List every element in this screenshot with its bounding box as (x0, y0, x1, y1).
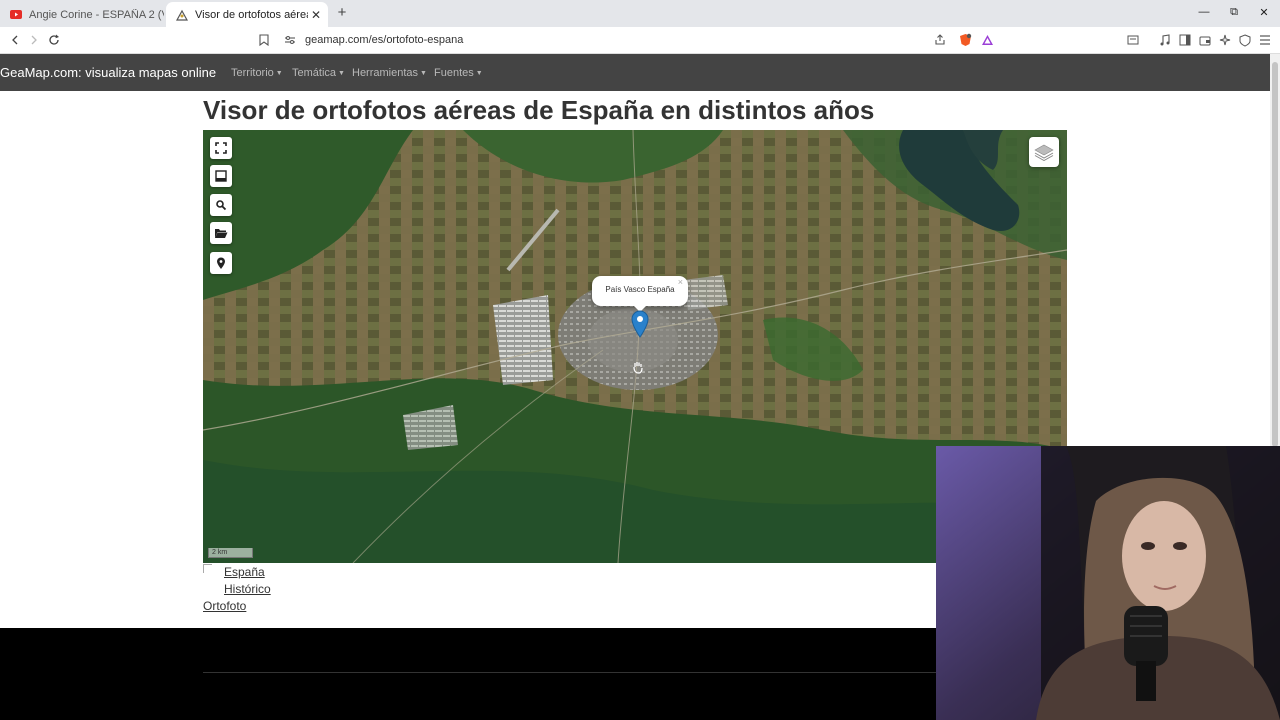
menu-icon[interactable] (1257, 32, 1273, 48)
back-icon[interactable] (7, 32, 23, 48)
search-icon[interactable] (210, 194, 232, 216)
geamap-favicon-icon (176, 9, 188, 21)
youtube-icon (10, 9, 22, 21)
share-icon[interactable] (932, 32, 948, 48)
leo-ai-icon[interactable] (1217, 32, 1233, 48)
browser-toolbar: geamap.com/es/ortofoto-espana (0, 27, 1280, 54)
site-settings-icon[interactable] (282, 32, 298, 48)
nav-tematica[interactable]: Temática ▼ (292, 67, 345, 79)
close-tab-icon[interactable]: ✕ (308, 8, 324, 22)
map-scale: 2 km (208, 548, 253, 558)
link-espana[interactable]: España (224, 565, 265, 579)
brave-shields-icon[interactable] (957, 32, 973, 48)
marker-popup: País Vasco España × (592, 276, 688, 312)
forward-icon[interactable] (26, 32, 42, 48)
minimize-button[interactable]: — (1197, 6, 1211, 18)
map-marker-icon[interactable] (631, 310, 649, 343)
caret-down-icon: ▼ (338, 69, 345, 77)
nav-fuentes[interactable]: Fuentes ▼ (434, 67, 483, 79)
minimap-icon[interactable] (210, 165, 232, 187)
vpn-icon[interactable] (1237, 32, 1253, 48)
nav-herramientas[interactable]: Herramientas ▼ (352, 67, 427, 79)
broken-image-icon (203, 564, 212, 573)
browser-tab-bar: Angie Corine - ESPAÑA 2 (Video Ofic Viso… (0, 0, 1280, 27)
sidebar-icon[interactable] (1177, 32, 1193, 48)
url-field[interactable]: geamap.com/es/ortofoto-espana (305, 34, 463, 46)
tab-title: Angie Corine - ESPAÑA 2 (Video Ofic (29, 8, 164, 21)
brave-rewards-icon[interactable] (979, 32, 995, 48)
caret-down-icon: ▼ (420, 69, 427, 77)
webcam-video-feed (936, 446, 1280, 720)
nav-territorio[interactable]: Territorio ▼ (231, 67, 283, 79)
webcam-overlay (936, 446, 1280, 720)
folder-open-icon[interactable] (210, 222, 232, 244)
restore-button[interactable]: ⧉ (1227, 6, 1241, 19)
wallet-icon[interactable] (1197, 32, 1213, 48)
caret-down-icon: ▼ (275, 69, 283, 77)
location-pin-icon[interactable] (210, 252, 232, 274)
scrollbar-thumb[interactable] (1272, 62, 1278, 447)
close-icon[interactable]: × (678, 277, 683, 287)
popup-text: País Vasco España (605, 285, 675, 294)
bookmark-icon[interactable] (256, 32, 272, 48)
caret-down-icon: ▼ (475, 69, 483, 77)
page-title: Visor de ortofotos aéreas de España en d… (203, 95, 875, 125)
grab-cursor-icon (631, 360, 645, 377)
site-navbar: GeaMap.com: visualiza mapas online Terri… (0, 54, 1270, 91)
fullscreen-icon[interactable] (210, 137, 232, 159)
layers-icon[interactable] (1029, 137, 1059, 167)
tab-youtube[interactable]: Angie Corine - ESPAÑA 2 (Video Ofic (0, 2, 164, 27)
close-window-button[interactable]: ✕ (1257, 6, 1271, 19)
reader-mode-icon[interactable] (1125, 32, 1141, 48)
media-icon[interactable] (1157, 32, 1173, 48)
new-tab-button[interactable]: + (334, 4, 350, 22)
tab-title: Visor de ortofotos aéreas de Esp (195, 8, 308, 21)
reload-icon[interactable] (46, 32, 62, 48)
link-ortofoto[interactable]: Ortofoto (203, 599, 246, 613)
link-historico[interactable]: Histórico (224, 582, 271, 596)
site-brand[interactable]: GeaMap.com: visualiza mapas online (0, 65, 216, 80)
tab-geamap[interactable]: Visor de ortofotos aéreas de Esp ✕ (166, 2, 328, 27)
